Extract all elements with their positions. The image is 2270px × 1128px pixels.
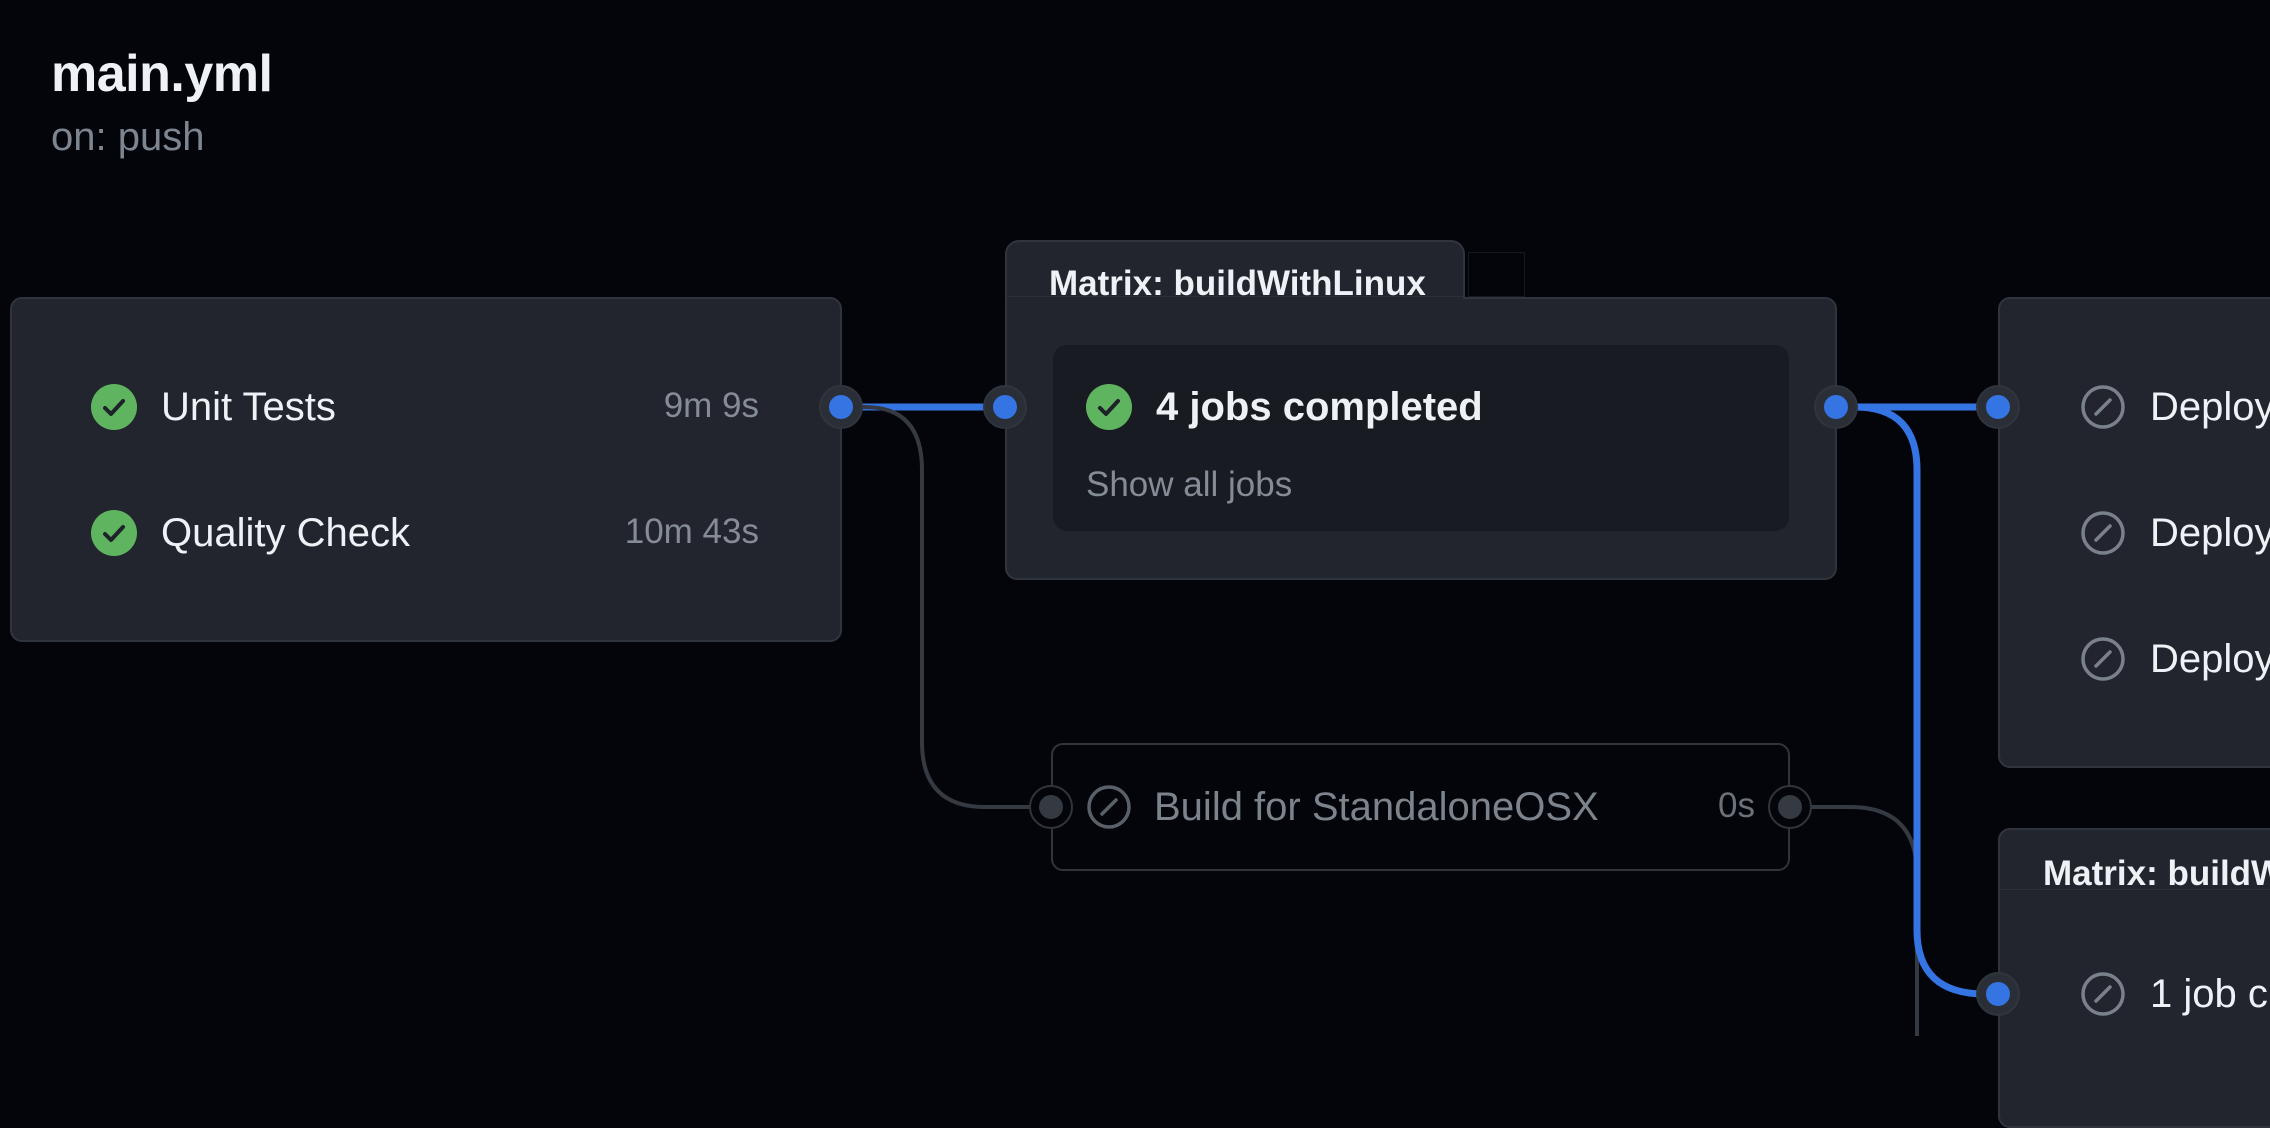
skipped-icon bbox=[1086, 784, 1132, 830]
skipped-icon bbox=[2080, 384, 2126, 430]
job-group-tests bbox=[10, 297, 842, 642]
input-node-dot bbox=[1986, 982, 2010, 1006]
job-quality-check[interactable]: Quality Check bbox=[91, 510, 410, 556]
matrix-header-divider bbox=[2000, 889, 2270, 890]
output-node-dot bbox=[1778, 795, 1802, 819]
job-deploy[interactable]: Deploy bbox=[2080, 510, 2270, 556]
job-name: Quality Check bbox=[161, 510, 410, 555]
matrix-summary[interactable]: 4 jobs completed bbox=[1086, 384, 1483, 430]
matrix-header-divider bbox=[1007, 296, 1463, 297]
job-duration: 9m 9s bbox=[663, 386, 759, 425]
show-all-jobs-link[interactable]: Show all jobs bbox=[1086, 465, 1292, 505]
job-deploy[interactable]: Deploy bbox=[2080, 384, 2270, 430]
matrix-title: Matrix: buildW bbox=[2043, 854, 2270, 893]
skipped-icon bbox=[2080, 636, 2126, 682]
edge-osx-down bbox=[1790, 805, 1919, 1036]
check-circle-icon bbox=[1086, 384, 1132, 430]
edge-linux-to-matrix-bottom bbox=[1836, 403, 1998, 998]
job-duration: 0s bbox=[1718, 786, 1755, 825]
check-circle-icon bbox=[91, 510, 137, 556]
check-circle-icon bbox=[91, 384, 137, 430]
job-duration: 10m 43s bbox=[624, 512, 759, 551]
job-unit-tests[interactable]: Unit Tests bbox=[91, 384, 336, 430]
job-name: Deploy bbox=[2150, 510, 2270, 555]
output-node-dot bbox=[829, 395, 853, 419]
output-node-dot bbox=[1824, 395, 1848, 419]
matrix-summary[interactable]: 1 job c bbox=[2080, 971, 2268, 1017]
matrix-title: Matrix: buildWithLinux bbox=[1049, 264, 1426, 303]
job-deploy[interactable]: Deploy bbox=[2080, 636, 2270, 682]
job-name: Deploy bbox=[2150, 636, 2270, 681]
matrix-summary-text: 1 job c bbox=[2150, 971, 2268, 1016]
job-name: Build for StandaloneOSX bbox=[1154, 784, 1599, 829]
skipped-icon bbox=[2080, 971, 2126, 1017]
matrix-summary-text: 4 jobs completed bbox=[1156, 384, 1483, 429]
job-name: Deploy bbox=[2150, 384, 2270, 429]
input-node-dot bbox=[993, 395, 1017, 419]
job-name: Unit Tests bbox=[161, 384, 336, 429]
input-node-dot bbox=[1039, 795, 1063, 819]
input-node-dot bbox=[1986, 395, 2010, 419]
tab-notch-square bbox=[1468, 252, 1525, 297]
skipped-icon bbox=[2080, 510, 2126, 556]
job-build-osx-row[interactable]: Build for StandaloneOSX bbox=[1086, 784, 1599, 830]
